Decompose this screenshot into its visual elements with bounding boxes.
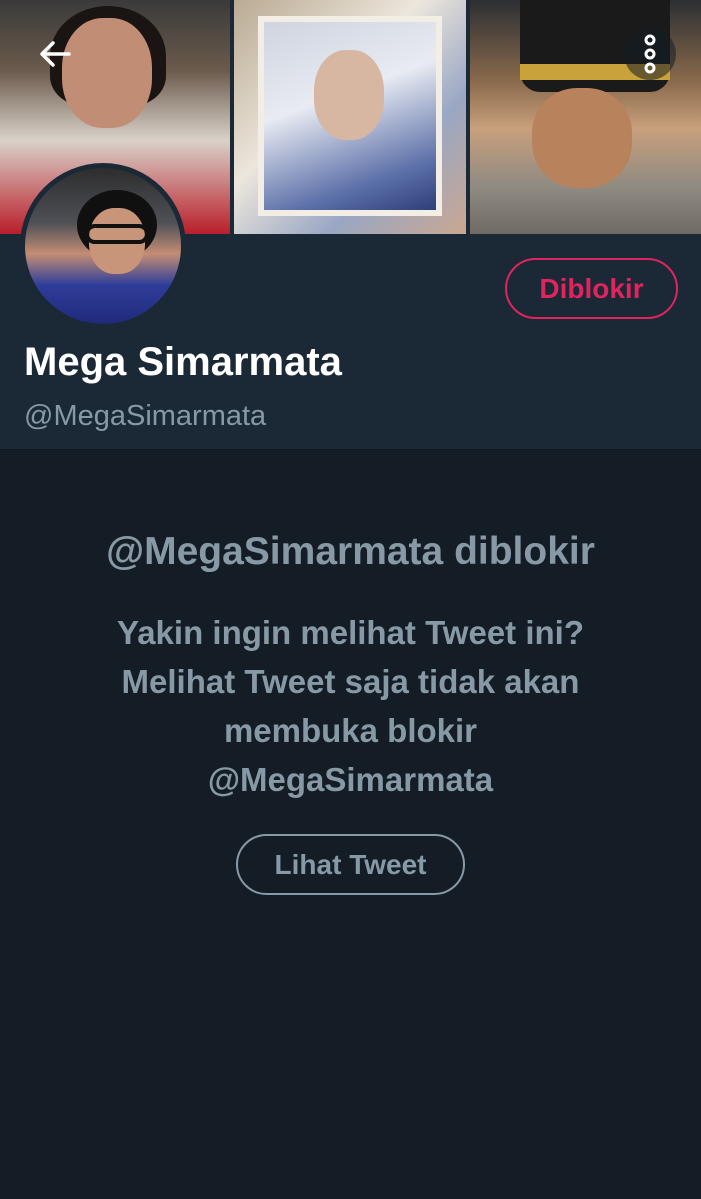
user-handle: @MegaSimarmata: [24, 400, 267, 432]
banner-photo-2: [234, 0, 466, 234]
view-tweets-button[interactable]: Lihat Tweet: [236, 834, 465, 895]
blocked-button[interactable]: Diblokir: [505, 258, 678, 319]
arrow-left-icon: [40, 41, 71, 67]
more-options-button[interactable]: [624, 28, 676, 80]
avatar-image: [25, 168, 181, 324]
blocked-title: @MegaSimarmata diblokir: [106, 530, 595, 573]
avatar[interactable]: [20, 163, 186, 329]
more-vertical-icon: [644, 34, 656, 74]
back-button[interactable]: [29, 28, 81, 80]
blocked-message: Yakin ingin melihat Tweet ini? Melihat T…: [117, 614, 584, 798]
display-name: Mega Simarmata: [24, 340, 342, 384]
